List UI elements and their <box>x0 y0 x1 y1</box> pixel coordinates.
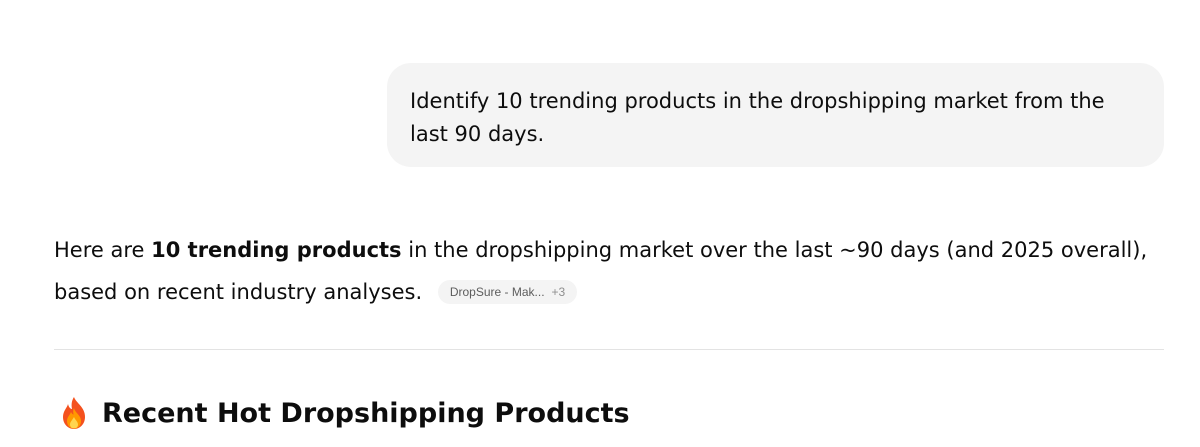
section-divider <box>54 349 1164 350</box>
user-message-bubble: Identify 10 trending products in the dro… <box>387 63 1164 167</box>
chat-page: Identify 10 trending products in the dro… <box>0 0 1200 447</box>
assistant-intro-text-start: Here are <box>54 238 152 262</box>
section-heading: Recent Hot Dropshipping Products <box>60 393 630 433</box>
citation-source-label: DropSure - Mak... <box>449 285 545 299</box>
citation-more-count: +3 <box>551 285 566 299</box>
assistant-intro-bold: 10 trending products <box>151 238 402 262</box>
assistant-message: Here are 10 trending products in the dro… <box>54 229 1164 313</box>
user-message-text: Identify 10 trending products in the dro… <box>410 89 1105 146</box>
citation-pill[interactable]: DropSure - Mak... +3 <box>437 280 578 304</box>
section-title: Recent Hot Dropshipping Products <box>102 397 630 429</box>
fire-icon <box>60 396 88 430</box>
